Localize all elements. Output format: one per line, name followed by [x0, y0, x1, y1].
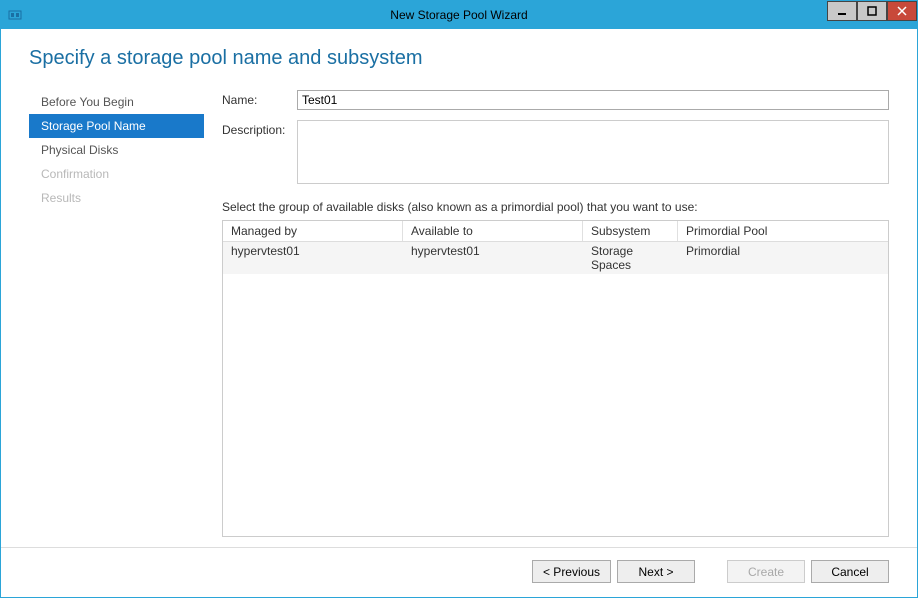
sidebar-item-before-you-begin[interactable]: Before You Begin — [29, 90, 204, 114]
app-icon — [7, 7, 23, 23]
window-title: New Storage Pool Wizard — [1, 8, 917, 22]
name-input[interactable] — [297, 90, 889, 110]
sidebar-item-storage-pool-name[interactable]: Storage Pool Name — [29, 114, 204, 138]
window-controls — [827, 1, 917, 21]
cell-available-to: hypervtest01 — [403, 242, 583, 274]
cell-subsystem: Storage Spaces — [583, 242, 678, 274]
sidebar-item-results: Results — [29, 186, 204, 210]
description-label: Description: — [222, 120, 297, 137]
name-label: Name: — [222, 90, 297, 107]
name-row: Name: — [222, 90, 889, 110]
table-body: hypervtest01 hypervtest01 Storage Spaces… — [223, 242, 888, 536]
wizard-window: New Storage Pool Wizard Specify a storag… — [0, 0, 918, 598]
wizard-steps-sidebar: Before You Begin Storage Pool Name Physi… — [29, 90, 204, 537]
table-row[interactable]: hypervtest01 hypervtest01 Storage Spaces… — [223, 242, 888, 274]
primordial-pool-table: Managed by Available to Subsystem Primor… — [222, 220, 889, 537]
close-button[interactable] — [887, 1, 917, 21]
col-available-to[interactable]: Available to — [403, 221, 583, 241]
main-panel: Name: Description: Select the group of a… — [204, 90, 889, 537]
description-input[interactable] — [297, 120, 889, 184]
sidebar-item-physical-disks[interactable]: Physical Disks — [29, 138, 204, 162]
titlebar: New Storage Pool Wizard — [1, 1, 917, 29]
cell-managed-by: hypervtest01 — [223, 242, 403, 274]
col-managed-by[interactable]: Managed by — [223, 221, 403, 241]
table-header: Managed by Available to Subsystem Primor… — [223, 221, 888, 242]
instruction-text: Select the group of available disks (als… — [222, 200, 889, 214]
button-spacer — [701, 560, 721, 583]
body: Before You Begin Storage Pool Name Physi… — [29, 90, 889, 537]
col-primordial-pool[interactable]: Primordial Pool — [678, 221, 888, 241]
col-subsystem[interactable]: Subsystem — [583, 221, 678, 241]
maximize-button[interactable] — [857, 1, 887, 21]
create-button: Create — [727, 560, 805, 583]
cancel-button[interactable]: Cancel — [811, 560, 889, 583]
next-button[interactable]: Next > — [617, 560, 695, 583]
sidebar-item-confirmation: Confirmation — [29, 162, 204, 186]
wizard-footer: < Previous Next > Create Cancel — [1, 547, 917, 597]
page-title: Specify a storage pool name and subsyste… — [29, 47, 889, 70]
description-row: Description: — [222, 120, 889, 184]
cell-primordial-pool: Primordial — [678, 242, 888, 274]
previous-button[interactable]: < Previous — [532, 560, 611, 583]
content-area: Specify a storage pool name and subsyste… — [1, 29, 917, 547]
minimize-button[interactable] — [827, 1, 857, 21]
